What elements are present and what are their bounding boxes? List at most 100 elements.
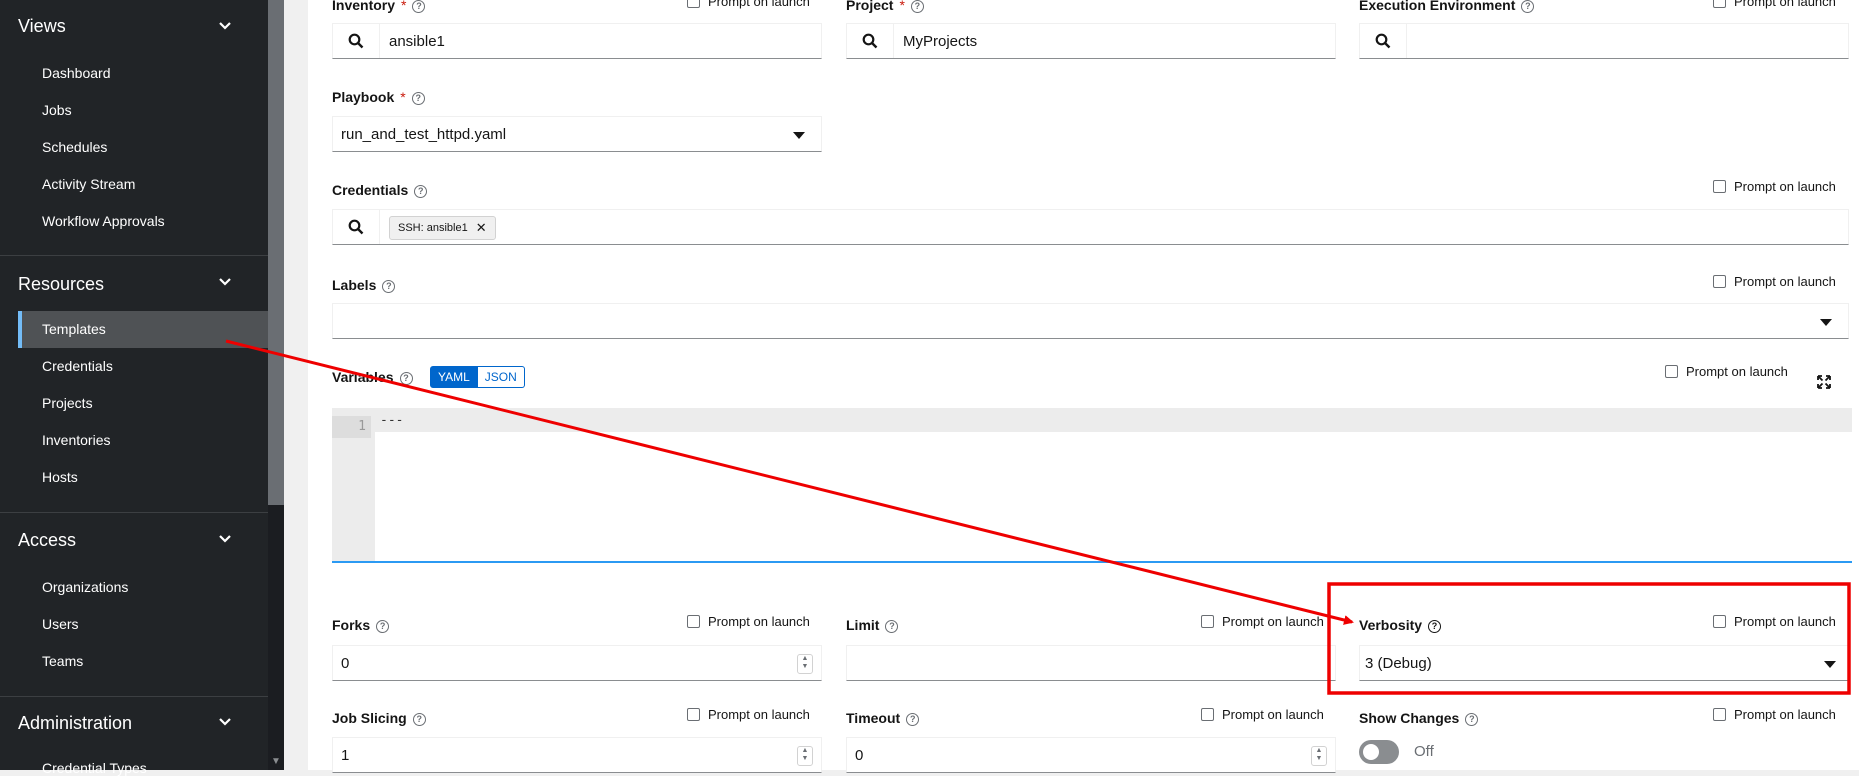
show-changes-state: Off xyxy=(1414,743,1434,760)
forks-value: 0 xyxy=(341,655,350,672)
show-changes-label: Show Changes? xyxy=(1359,710,1479,726)
nav-item-projects[interactable]: Projects xyxy=(42,395,93,411)
chevron-down-icon[interactable] xyxy=(218,19,232,33)
credentials-lookup[interactable]: SSH: ansible1 ✕ xyxy=(332,209,1849,245)
forks-number-input[interactable]: 0 ▲ ▼ xyxy=(332,645,822,681)
job-slicing-number-input[interactable]: 1 ▲ ▼ xyxy=(332,737,822,773)
editor-code[interactable]: --- xyxy=(380,413,403,428)
verbosity-value: 3 (Debug) xyxy=(1365,655,1432,672)
verbosity-prompt-on-launch[interactable]: Prompt on launch xyxy=(1713,614,1836,629)
labels-prompt-on-launch[interactable]: Prompt on launch xyxy=(1713,274,1836,289)
nav-item-teams[interactable]: Teams xyxy=(42,653,83,669)
playbook-label: Playbook *? xyxy=(332,89,425,105)
inventory-lookup[interactable]: ansible1 xyxy=(332,23,822,59)
nav-item-jobs[interactable]: Jobs xyxy=(42,102,72,118)
nav-group-access[interactable]: Access xyxy=(18,530,76,551)
limit-input[interactable] xyxy=(846,645,1336,681)
nav-group-administration[interactable]: Administration xyxy=(18,713,132,734)
stepper-icon[interactable]: ▲ ▼ xyxy=(1311,746,1327,766)
forks-label: Forks? xyxy=(332,617,390,633)
timeout-value: 0 xyxy=(855,747,864,764)
timeout-number-input[interactable]: 0 ▲ ▼ xyxy=(846,737,1336,773)
project-value: MyProjects xyxy=(903,33,978,50)
project-search-button[interactable] xyxy=(847,24,894,58)
limit-prompt-on-launch[interactable]: Prompt on launch xyxy=(1201,614,1324,629)
nav-item-workflow-approvals[interactable]: Workflow Approvals xyxy=(42,213,165,229)
help-icon: ? xyxy=(1428,620,1442,633)
nav-item-credential-types[interactable]: Credential Types xyxy=(42,760,147,776)
sidebar-scrollbar-thumb[interactable] xyxy=(268,0,284,505)
caret-down-icon[interactable] xyxy=(793,132,805,139)
help-icon: ? xyxy=(399,372,413,385)
forks-prompt-on-launch[interactable]: Prompt on launch xyxy=(687,614,810,629)
checkbox-icon xyxy=(1713,708,1726,721)
execution-environment-lookup[interactable] xyxy=(1359,23,1849,59)
nav-item-activity-stream[interactable]: Activity Stream xyxy=(42,176,135,192)
inventory-search-button[interactable] xyxy=(333,24,380,58)
search-icon xyxy=(862,33,878,49)
stepper-icon[interactable]: ▲ ▼ xyxy=(797,746,813,766)
nav-item-inventories[interactable]: Inventories xyxy=(42,432,110,448)
yaml-toggle-button[interactable]: YAML xyxy=(430,366,478,388)
nav-divider xyxy=(0,512,268,513)
variables-code-editor[interactable]: 1 --- xyxy=(332,408,1852,563)
execution-environment-search-button[interactable] xyxy=(1360,24,1407,58)
project-lookup[interactable]: MyProjects xyxy=(846,23,1336,59)
timeout-label: Timeout? xyxy=(846,710,920,726)
nav-item-hosts[interactable]: Hosts xyxy=(42,469,78,485)
close-icon[interactable]: ✕ xyxy=(476,216,487,240)
nav-item-credentials[interactable]: Credentials xyxy=(42,358,113,374)
job-slicing-prompt-on-launch[interactable]: Prompt on launch xyxy=(687,707,810,722)
verbosity-select[interactable]: 3 (Debug) xyxy=(1359,645,1849,681)
inventory-value: ansible1 xyxy=(389,33,445,50)
stepper-icon[interactable]: ▲ ▼ xyxy=(797,654,813,674)
help-icon: ? xyxy=(1465,713,1479,726)
nav-item-schedules[interactable]: Schedules xyxy=(42,139,107,155)
show-changes-switch[interactable] xyxy=(1359,740,1399,764)
playbook-select[interactable]: run_and_test_httpd.yaml xyxy=(332,116,822,152)
caret-down-icon[interactable] xyxy=(1824,661,1836,668)
help-icon: ? xyxy=(414,185,428,198)
credentials-search-button[interactable] xyxy=(333,210,380,244)
execution-environment-label: Execution Environment? xyxy=(1359,0,1535,13)
caret-down-icon[interactable] xyxy=(1820,319,1832,326)
nav-divider xyxy=(0,255,268,256)
scroll-down-arrow-icon[interactable]: ▼ xyxy=(271,756,281,767)
chevron-down-icon[interactable] xyxy=(218,715,232,729)
checkbox-icon xyxy=(1713,0,1726,8)
chevron-down-icon[interactable] xyxy=(218,532,232,546)
credential-chip: SSH: ansible1 ✕ xyxy=(389,216,496,240)
json-toggle-button[interactable]: JSON xyxy=(477,366,525,388)
execution-environment-prompt-on-launch[interactable]: Prompt on launch xyxy=(1713,0,1836,9)
verbosity-label: Verbosity? xyxy=(1359,617,1442,633)
variables-prompt-on-launch[interactable]: Prompt on launch xyxy=(1665,364,1788,379)
nav-item-organizations[interactable]: Organizations xyxy=(42,579,128,595)
search-icon xyxy=(348,219,364,235)
labels-label: Labels? xyxy=(332,277,396,293)
chevron-down-icon[interactable] xyxy=(218,275,232,289)
checkbox-icon xyxy=(687,0,700,8)
checkbox-icon xyxy=(687,708,700,721)
inventory-label: Inventory *? xyxy=(332,0,426,13)
checkbox-icon xyxy=(1665,365,1678,378)
checkbox-icon xyxy=(1713,180,1726,193)
inventory-prompt-on-launch[interactable]: Prompt on launch xyxy=(687,0,810,9)
labels-select[interactable] xyxy=(332,303,1849,339)
nav-group-views[interactable]: Views xyxy=(18,16,66,37)
credentials-prompt-on-launch[interactable]: Prompt on launch xyxy=(1713,179,1836,194)
checkbox-icon xyxy=(1201,615,1214,628)
nav-item-dashboard[interactable]: Dashboard xyxy=(42,65,111,81)
nav-item-users[interactable]: Users xyxy=(42,616,79,632)
show-changes-prompt-on-launch[interactable]: Prompt on launch xyxy=(1713,707,1836,722)
limit-label: Limit? xyxy=(846,617,899,633)
help-icon: ? xyxy=(412,713,426,726)
job-slicing-label: Job Slicing? xyxy=(332,710,426,726)
nav-item-templates[interactable]: Templates xyxy=(42,321,106,337)
nav-group-resources[interactable]: Resources xyxy=(18,274,104,295)
help-icon: ? xyxy=(382,280,396,293)
timeout-prompt-on-launch[interactable]: Prompt on launch xyxy=(1201,707,1324,722)
checkbox-icon xyxy=(1713,615,1726,628)
expand-icon[interactable] xyxy=(1816,374,1832,390)
job-slicing-value: 1 xyxy=(341,747,350,764)
playbook-value: run_and_test_httpd.yaml xyxy=(341,126,507,143)
